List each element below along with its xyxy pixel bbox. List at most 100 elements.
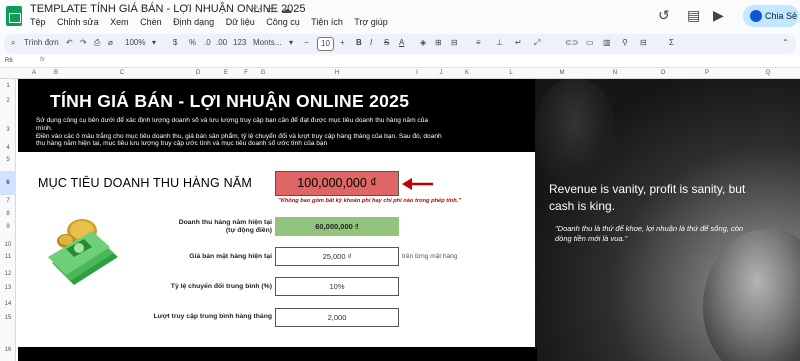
name-box[interactable]: R6	[5, 58, 13, 64]
menu-tools[interactable]: Công cụ	[266, 17, 300, 27]
column-j[interactable]: J	[434, 70, 448, 76]
font-select[interactable]: Monts...	[253, 38, 281, 47]
move-folder-icon[interactable]: ▭	[266, 3, 276, 16]
decrease-decimal-button[interactable]: .0	[204, 38, 211, 47]
cloud-status-icon[interactable]: ☁	[281, 3, 292, 16]
toolbar: ⌕ Trình đơn ↶ ↷ ⎙ ⌀ 100% ▾ $ % .0 .00 12…	[4, 34, 796, 54]
column-b[interactable]: B	[48, 70, 64, 76]
current-revenue-cell[interactable]: 60,000,000 ₫	[275, 217, 399, 236]
column-k[interactable]: K	[452, 70, 482, 76]
collapse-toolbar-icon[interactable]: ⌃	[782, 38, 789, 47]
menu-view[interactable]: Xem	[110, 17, 129, 27]
insert-comment-icon[interactable]: ▭	[586, 38, 594, 47]
row-6-selected[interactable]: 6	[0, 171, 16, 195]
merge-cells-icon[interactable]: ⊟	[451, 38, 458, 47]
quote-vietnamese: "Doanh thu là thứ để khoe, lợi nhuận là …	[555, 224, 744, 243]
row-2[interactable]: 2	[0, 98, 16, 104]
functions-icon[interactable]: Σ	[669, 38, 674, 47]
column-d[interactable]: D	[180, 70, 216, 76]
row-7[interactable]: 7	[0, 198, 16, 204]
font-size-decrease-icon[interactable]: −	[304, 38, 309, 47]
redo-icon[interactable]: ↷	[80, 38, 87, 47]
text-color-icon[interactable]: A	[399, 38, 404, 47]
currency-button[interactable]: $	[173, 38, 177, 47]
menu-extensions[interactable]: Tiện ích	[311, 17, 343, 27]
column-p[interactable]: P	[692, 70, 722, 76]
share-button[interactable]: Chia Sẻ	[743, 5, 799, 27]
column-a[interactable]: A	[24, 70, 44, 76]
row-13[interactable]: 13	[0, 285, 16, 291]
menu-help[interactable]: Trợ giúp	[354, 17, 388, 27]
filter-views-icon[interactable]: ⊟	[640, 38, 647, 47]
globe-icon	[750, 10, 762, 22]
search-icon[interactable]: ⌕	[11, 38, 15, 48]
price-cell[interactable]: 25,000 ₫	[275, 247, 399, 266]
align-vertical-icon[interactable]: ⊥	[496, 38, 503, 47]
italic-icon[interactable]: I	[370, 38, 372, 47]
paint-format-icon[interactable]: ⌀	[108, 38, 113, 47]
row-4[interactable]: 4	[0, 145, 16, 151]
row-11[interactable]: 11	[0, 254, 16, 260]
zoom-select[interactable]: 100%	[125, 38, 145, 47]
column-c[interactable]: C	[68, 70, 176, 76]
spreadsheet-app: TEMPLATE TÍNH GIÁ BÁN - LỢI NHUẬN ONLINE…	[0, 0, 800, 361]
text-wrap-icon[interactable]: ↵	[515, 38, 522, 47]
conversion-rate-cell[interactable]: 10%	[275, 277, 399, 296]
price-label: Giá bán mặt hàng hiện tại	[189, 253, 272, 260]
column-n[interactable]: N	[600, 70, 630, 76]
document-title[interactable]: TEMPLATE TÍNH GIÁ BÁN - LỢI NHUẬN ONLINE…	[30, 3, 306, 15]
menu-format[interactable]: Định dạng	[173, 17, 214, 27]
column-h[interactable]: H	[274, 70, 400, 76]
row-16[interactable]: 16	[0, 347, 16, 353]
text-rotate-icon[interactable]: ⤢	[534, 38, 540, 48]
row-14[interactable]: 14	[0, 301, 16, 307]
font-size-increase-icon[interactable]: +	[340, 38, 345, 47]
column-l[interactable]: L	[496, 70, 526, 76]
row-12[interactable]: 12	[0, 271, 16, 277]
percent-button[interactable]: %	[189, 38, 196, 47]
comment-icon[interactable]: ▤	[687, 7, 700, 24]
align-horizontal-icon[interactable]: ≡	[476, 38, 481, 47]
menu-insert[interactable]: Chèn	[140, 17, 162, 27]
insert-link-icon[interactable]: ⊂⊃	[565, 38, 578, 47]
row-1[interactable]: 1	[0, 83, 16, 89]
row-5[interactable]: 5	[0, 157, 16, 163]
font-size-input[interactable]: 10	[317, 37, 334, 51]
menu-search-input[interactable]: Trình đơn	[24, 38, 59, 47]
row-3[interactable]: 3	[0, 127, 16, 133]
row-9[interactable]: 9	[0, 224, 16, 230]
column-e[interactable]: E	[218, 70, 234, 76]
star-icon[interactable]: ☆	[252, 3, 262, 16]
fill-color-icon[interactable]: ◈	[420, 38, 426, 47]
bold-icon[interactable]: B	[356, 38, 362, 47]
row-15[interactable]: 15	[0, 315, 16, 321]
banner-description: Sử dụng công cụ bên dưới để xác định lượ…	[36, 117, 446, 148]
banner-desc-line2: Điền vào các ô màu trắng cho mục tiêu do…	[36, 132, 442, 148]
sheet-grid[interactable]: TÍNH GIÁ BÁN - LỢI NHUẬN ONLINE 2025 Sử …	[16, 79, 800, 361]
increase-decimal-button[interactable]: .00	[216, 38, 227, 47]
meet-icon[interactable]: ▶	[713, 7, 724, 24]
monthly-traffic-cell[interactable]: 2,000	[275, 308, 399, 327]
column-i[interactable]: I	[404, 70, 430, 76]
quote-photo: Revenue is vanity, profit is sanity, but…	[535, 79, 800, 361]
filter-icon[interactable]: ⚲	[622, 38, 628, 47]
sheets-logo-icon[interactable]	[6, 6, 22, 26]
column-q[interactable]: Q	[753, 70, 783, 76]
row-10[interactable]: 10	[0, 242, 16, 248]
print-icon[interactable]: ⎙	[94, 38, 100, 48]
column-g[interactable]: G	[256, 70, 270, 76]
menu-file[interactable]: Tệp	[30, 17, 46, 27]
menu-data[interactable]: Dữ liệu	[226, 17, 255, 27]
column-m[interactable]: M	[547, 70, 577, 76]
insert-chart-icon[interactable]: ▥	[603, 38, 611, 47]
target-revenue-cell[interactable]: 100,000,000 ₫	[275, 171, 399, 196]
number-format-button[interactable]: 123	[233, 38, 246, 47]
undo-icon[interactable]: ↶	[66, 38, 73, 47]
menu-edit[interactable]: Chỉnh sửa	[57, 17, 99, 27]
column-o[interactable]: O	[648, 70, 678, 76]
column-f[interactable]: F	[238, 70, 254, 76]
strikethrough-icon[interactable]: S	[384, 38, 389, 47]
row-8[interactable]: 8	[0, 211, 16, 217]
history-icon[interactable]: ↺	[658, 7, 670, 24]
borders-icon[interactable]: ⊞	[435, 38, 442, 47]
